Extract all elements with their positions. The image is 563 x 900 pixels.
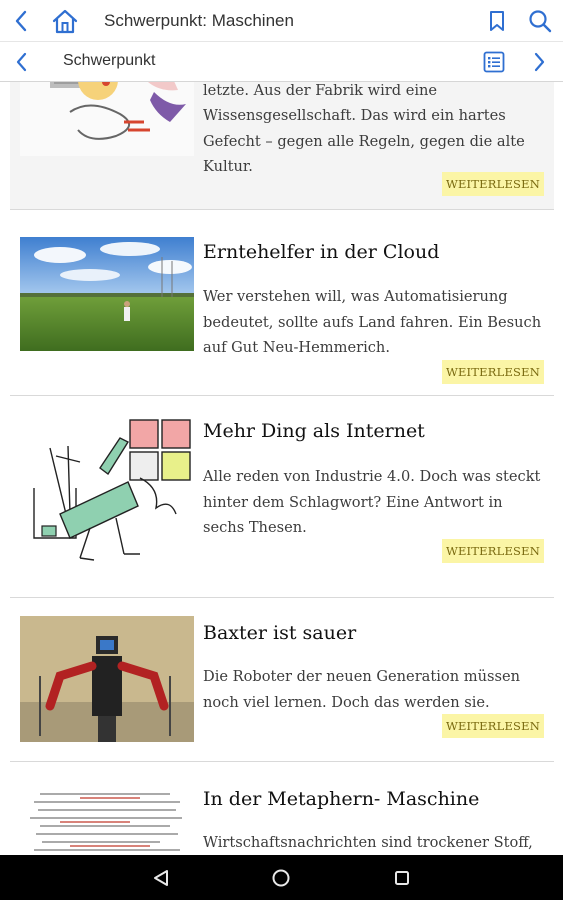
article-teaser: Die Roboter der neuen Generation müssen … <box>203 668 520 711</box>
article-feed[interactable]: Die vierte industrielle Revolution ist a… <box>0 82 563 855</box>
article-teaser: Wirtschaftsnachrichten sind trockener St… <box>203 834 533 851</box>
read-more-button[interactable]: WEITERLESEN <box>441 539 544 563</box>
system-navigation-bar <box>0 855 563 900</box>
home-icon[interactable] <box>50 7 80 35</box>
nav-recents-icon[interactable] <box>391 867 413 889</box>
nav-back-icon[interactable] <box>150 867 172 889</box>
article-card[interactable]: Mehr Ding als Internet Alle reden von In… <box>10 396 554 598</box>
article-card[interactable]: Die vierte industrielle Revolution ist a… <box>10 82 554 210</box>
article-card[interactable]: In der Metaphern- Maschine Wirtschaftsna… <box>10 762 554 855</box>
next-section-icon[interactable] <box>530 50 550 74</box>
app-header: Schwerpunkt: Maschinen <box>0 0 563 42</box>
back-icon[interactable] <box>8 8 34 34</box>
article-card[interactable]: Erntehelfer in der Cloud Wer verstehen w… <box>10 218 554 396</box>
article-title[interactable]: Erntehelfer in der Cloud <box>203 241 439 263</box>
prev-section-icon[interactable] <box>10 50 32 74</box>
article-thumbnail <box>20 418 194 568</box>
article-teaser: Die vierte industrielle Revolution ist a… <box>203 82 525 175</box>
article-thumbnail <box>20 788 194 855</box>
article-teaser: Alle reden von Industrie 4.0. Doch was s… <box>203 468 541 536</box>
article-teaser: Wer verstehen will, was Automatisierung … <box>203 288 542 356</box>
read-more-button[interactable]: WEITERLESEN <box>441 172 544 196</box>
list-icon[interactable] <box>482 50 506 74</box>
article-thumbnail <box>20 82 194 156</box>
search-icon[interactable] <box>527 8 553 34</box>
article-thumbnail <box>20 237 194 351</box>
read-more-button[interactable]: WEITERLESEN <box>441 360 544 384</box>
read-more-button[interactable]: WEITERLESEN <box>441 714 544 738</box>
bookmark-icon[interactable] <box>486 9 508 33</box>
article-title[interactable]: Mehr Ding als Internet <box>203 420 425 442</box>
page-title: Schwerpunkt: Maschinen <box>104 11 294 30</box>
nav-home-icon[interactable] <box>270 867 292 889</box>
article-thumbnail <box>20 616 194 742</box>
article-title[interactable]: In der Metaphern- Maschine <box>203 788 479 810</box>
section-title: Schwerpunkt <box>63 52 156 69</box>
article-card[interactable]: Baxter ist sauer Die Roboter der neuen G… <box>10 598 554 762</box>
article-title[interactable]: Baxter ist sauer <box>203 622 356 644</box>
